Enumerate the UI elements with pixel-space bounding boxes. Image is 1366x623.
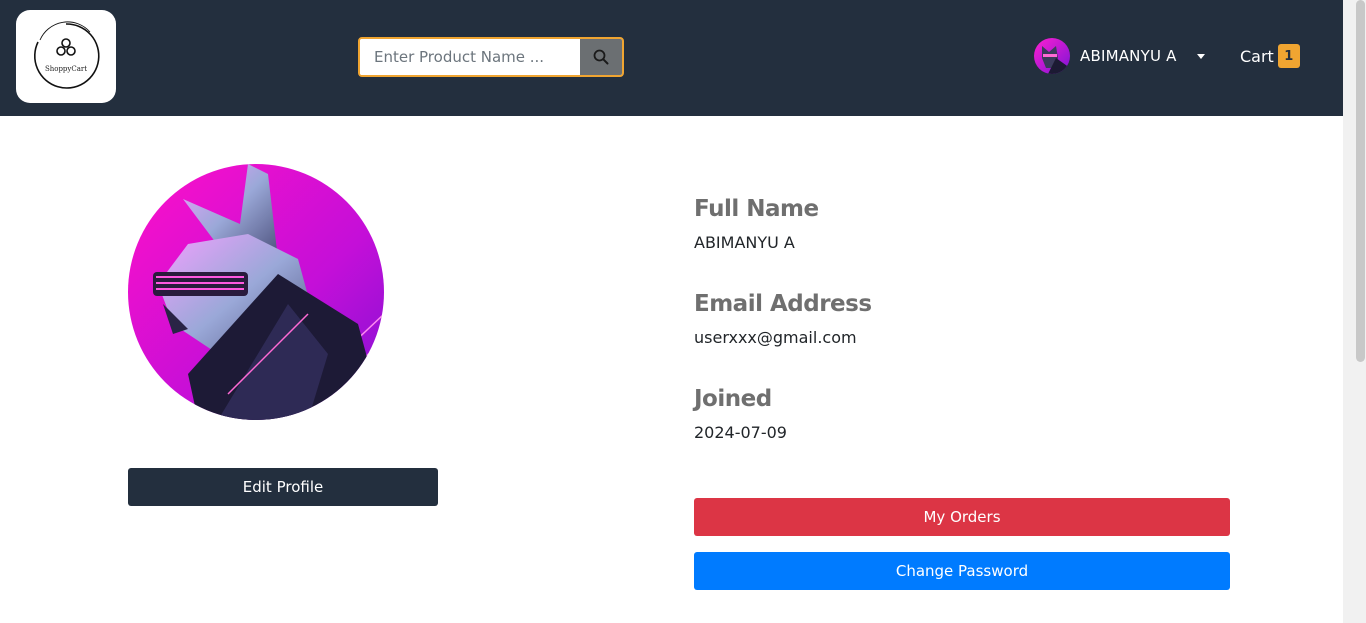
joined-section: Joined 2024-07-09 — [694, 383, 1234, 445]
email-label: Email Address — [694, 291, 872, 317]
caret-down-icon — [1196, 53, 1205, 59]
joined-label: Joined — [694, 386, 772, 412]
profile-info: Full Name ABIMANYU A Email Address userx… — [694, 193, 1234, 478]
my-orders-button[interactable]: My Orders — [694, 498, 1230, 536]
search-input[interactable] — [360, 39, 582, 75]
search-button[interactable] — [580, 39, 622, 75]
profile-picture — [128, 164, 384, 420]
logo-icon — [33, 21, 100, 89]
logo[interactable]: ShoppyCart — [16, 10, 116, 103]
search-icon — [593, 49, 609, 65]
page: ShoppyCart Enter Product Name ... ABIMAN… — [0, 0, 1366, 623]
joined-value: 2024-07-09 — [694, 423, 787, 442]
email-section: Email Address userxxx@gmail.com — [694, 288, 1234, 350]
user-menu[interactable]: ABIMANYU A — [1034, 38, 1205, 74]
navbar: ShoppyCart Enter Product Name ... ABIMAN… — [0, 0, 1343, 116]
search-bar — [358, 37, 624, 77]
cart-count-badge: 1 — [1277, 44, 1300, 68]
full-name-label: Full Name — [694, 196, 819, 222]
user-name: ABIMANYU A — [1080, 47, 1177, 65]
cart-label: Cart — [1240, 46, 1274, 66]
change-password-button[interactable]: Change Password — [694, 552, 1230, 590]
scrollbar-thumb[interactable] — [1356, 0, 1365, 362]
cart-link[interactable]: Cart 1 — [1240, 44, 1300, 68]
avatar — [1034, 38, 1070, 74]
logo-text: ShoppyCart — [44, 65, 88, 73]
full-name-value: ABIMANYU A — [694, 233, 795, 252]
scrollbar[interactable] — [1343, 0, 1366, 623]
email-value: userxxx@gmail.com — [694, 328, 857, 347]
edit-profile-button[interactable]: Edit Profile — [128, 468, 438, 506]
full-name-section: Full Name ABIMANYU A — [694, 193, 1234, 255]
